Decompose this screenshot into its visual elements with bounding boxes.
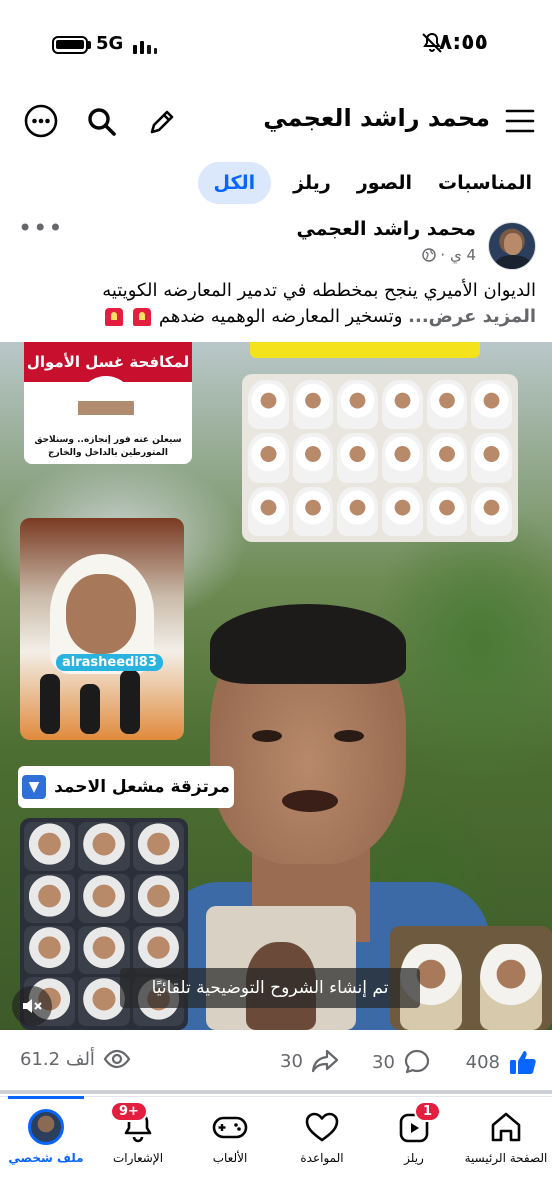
clock: ٨:٥٥: [438, 30, 488, 55]
video-mute-button[interactable]: [12, 986, 52, 1026]
nav-notifications-label: الإشعارات: [112, 1151, 164, 1165]
profile-tabs: الكل ريلز الصور المناسبات: [197, 162, 536, 204]
author-avatar[interactable]: [488, 222, 536, 270]
battery-icon: [52, 36, 88, 54]
bottom-navigation: الصفحة الرئيسية 1 ريلز المواعدة الألعاب …: [0, 1096, 552, 1200]
globe-public-icon: [422, 248, 437, 262]
network-label: 5G: [96, 33, 124, 54]
nav-home[interactable]: الصفحة الرئيسية: [460, 1097, 552, 1200]
nav-gaming-label: الألعاب: [212, 1151, 248, 1165]
signal-icon: [133, 41, 157, 54]
section-divider: [0, 1090, 552, 1094]
gaming-controller-icon: [212, 1116, 248, 1139]
status-bar: 5G ٨:٥٥: [0, 0, 552, 90]
share-icon: [311, 1049, 339, 1073]
post-video[interactable]: لمكافحة غسل الأموال سيعلن عنه فور إنجازه…: [0, 342, 552, 1030]
post-text-line2: وتسخير المعارضه الوهميه ضدهم: [158, 306, 403, 327]
see-more-link[interactable]: المزيد عرض...: [408, 306, 536, 327]
nav-dating-label: المواعدة: [300, 1151, 344, 1165]
likes-count: 408: [465, 1051, 500, 1073]
news-graphic: لمكافحة غسل الأموال سيعلن عنه فور إنجازه…: [24, 342, 192, 464]
search-icon[interactable]: [86, 106, 118, 138]
post-text: الديوان الأميري ينجح بمخططه في تدمير الم…: [16, 278, 536, 330]
post-text-line1: الديوان الأميري ينجح بمخططه في تدمير الم…: [102, 280, 536, 301]
home-icon: [491, 1112, 521, 1142]
profile-name-title: محمد راشد العجمي: [263, 104, 490, 132]
active-tab-indicator: [8, 1096, 84, 1099]
presenter-eye: [252, 730, 282, 742]
presenter-eye: [334, 730, 364, 742]
news-person-image: [78, 376, 134, 432]
nav-profile-label: ملف شخصي: [8, 1151, 84, 1165]
yellow-banner-strip: [250, 342, 480, 358]
nav-profile[interactable]: ملف شخصي: [0, 1096, 92, 1200]
siren-emoji-icon: [105, 308, 124, 326]
tab-photos[interactable]: الصور: [353, 162, 416, 204]
comments-count: 30: [372, 1051, 395, 1073]
group-photo-grid: [242, 374, 518, 542]
nav-notifications[interactable]: 9+ الإشعارات: [92, 1097, 184, 1200]
label-box: مرتزقة مشعل الاحمد ▼: [18, 766, 234, 808]
post-timestamp[interactable]: 4 ي ·: [440, 246, 476, 264]
down-arrow-icon: ▼: [22, 775, 47, 799]
post-stats: 61.2 ألف 30 30 408: [0, 1040, 552, 1084]
comment-button[interactable]: 30: [372, 1048, 431, 1076]
more-options-icon[interactable]: [24, 104, 58, 138]
tab-reels[interactable]: ريلز: [289, 162, 335, 204]
nav-dating[interactable]: المواعدة: [276, 1097, 368, 1200]
comment-icon: [404, 1049, 430, 1074]
speaker-muted-icon: [23, 999, 42, 1013]
profile-avatar-icon: [28, 1109, 64, 1145]
share-button[interactable]: 30: [280, 1048, 339, 1074]
nav-reels-label: ريلز: [404, 1151, 424, 1165]
siren-emoji-icon: [133, 308, 152, 326]
edit-pencil-icon[interactable]: [146, 106, 178, 138]
notifications-badge: 9+: [110, 1101, 148, 1122]
label-box-text: مرتزقة مشعل الاحمد: [54, 777, 230, 797]
profile-header: محمد راشد العجمي: [0, 96, 552, 148]
post-header: محمد راشد العجمي 4 ي · •••: [0, 214, 552, 270]
post-more-icon[interactable]: •••: [18, 214, 63, 242]
hamburger-menu-icon[interactable]: [504, 106, 536, 136]
shares-count: 30: [280, 1050, 303, 1072]
post-meta: 4 ي ·: [422, 246, 476, 264]
nav-home-label: الصفحة الرئيسية: [464, 1151, 548, 1165]
tab-events[interactable]: المناسبات: [434, 162, 536, 204]
views-count: 61.2 ألف: [20, 1048, 131, 1070]
tab-all[interactable]: الكل: [197, 162, 272, 204]
post-author-name[interactable]: محمد راشد العجمي: [296, 218, 476, 240]
auto-caption: تم إنشاء الشروح التوضيحية تلقائيًا: [120, 968, 420, 1008]
presenter-hair: [210, 604, 406, 684]
thumbs-up-icon: [510, 1051, 536, 1074]
nav-gaming[interactable]: الألعاب: [184, 1097, 276, 1200]
like-button[interactable]: 408: [466, 1048, 538, 1076]
speaker-clip: alrasheedi83: [20, 518, 184, 740]
battery-tip: [88, 41, 91, 49]
reels-badge: 1: [414, 1101, 442, 1122]
video-watermark: alrasheedi83: [56, 654, 163, 671]
nav-reels[interactable]: 1 ريلز: [368, 1097, 460, 1200]
news-caption: سيعلن عنه فور إنجازه.. وسنلاحق المتورطين…: [34, 435, 182, 458]
dating-heart-icon: [305, 1112, 339, 1142]
eye-icon: [103, 1049, 131, 1069]
presenter-mouth: [282, 790, 338, 812]
